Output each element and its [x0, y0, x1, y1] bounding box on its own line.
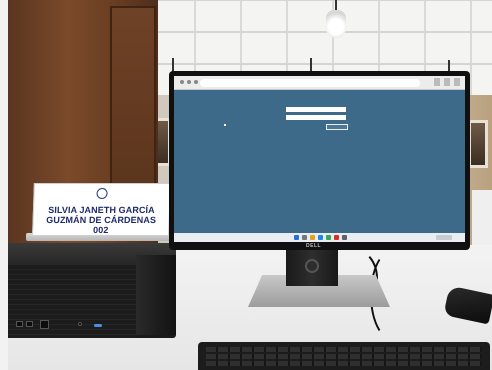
dell-logo: DELL [306, 243, 322, 249]
nameplate-line-1: SILVIA JANETH GARCÍA [48, 205, 155, 215]
usb-port[interactable] [26, 321, 33, 327]
login-panel [286, 104, 348, 136]
taskbar [174, 233, 465, 242]
key-row[interactable] [206, 361, 482, 366]
app-icon[interactable] [326, 235, 331, 240]
circle-emblem-icon [96, 188, 108, 199]
tower-front-grille [8, 265, 136, 338]
start-icon[interactable] [294, 235, 299, 240]
close-icon[interactable] [454, 78, 460, 86]
nameplate-seat-number: 002 [92, 225, 109, 235]
back-icon[interactable] [180, 80, 184, 84]
browser-icon[interactable] [318, 235, 323, 240]
ceiling-lamp [326, 10, 346, 38]
login-button[interactable] [326, 124, 348, 130]
tower-side [136, 255, 176, 335]
username-field[interactable] [286, 107, 346, 112]
usb-port[interactable] [40, 320, 49, 329]
nameplate-line-2: GUZMÁN DE CÁRDENAS [46, 215, 157, 225]
reload-icon[interactable] [194, 80, 198, 84]
photo-frame: SILVIA JANETH GARCÍA GUZMÁN DE CÁRDENAS … [0, 0, 492, 370]
lamp-rod-mid [310, 58, 312, 72]
nameplate: SILVIA JANETH GARCÍA GUZMÁN DE CÁRDENAS … [32, 183, 171, 236]
maximize-icon[interactable] [444, 78, 450, 86]
key-row[interactable] [206, 354, 482, 359]
audio-jack[interactable] [78, 322, 82, 326]
minimize-icon[interactable] [434, 78, 440, 86]
monitor-screen[interactable] [174, 76, 465, 242]
app-icon[interactable] [334, 235, 339, 240]
wood-door-panel [110, 6, 156, 206]
mouse-pointer-icon [224, 124, 226, 126]
password-field[interactable] [286, 115, 346, 120]
login-actions [286, 124, 348, 130]
app-icon[interactable] [342, 235, 347, 240]
power-led-icon[interactable] [94, 324, 102, 327]
browser-toolbar [174, 76, 465, 90]
keyboard[interactable] [198, 342, 490, 370]
key-row[interactable] [206, 347, 482, 352]
forward-icon[interactable] [187, 80, 191, 84]
address-bar[interactable] [200, 79, 420, 87]
clock-icon[interactable] [436, 235, 452, 240]
curtain [472, 190, 492, 250]
wall-painting-right [468, 120, 488, 168]
cable-ring [305, 259, 319, 273]
folder-icon[interactable] [310, 235, 315, 240]
usb-port[interactable] [16, 321, 23, 327]
search-icon[interactable] [302, 235, 307, 240]
